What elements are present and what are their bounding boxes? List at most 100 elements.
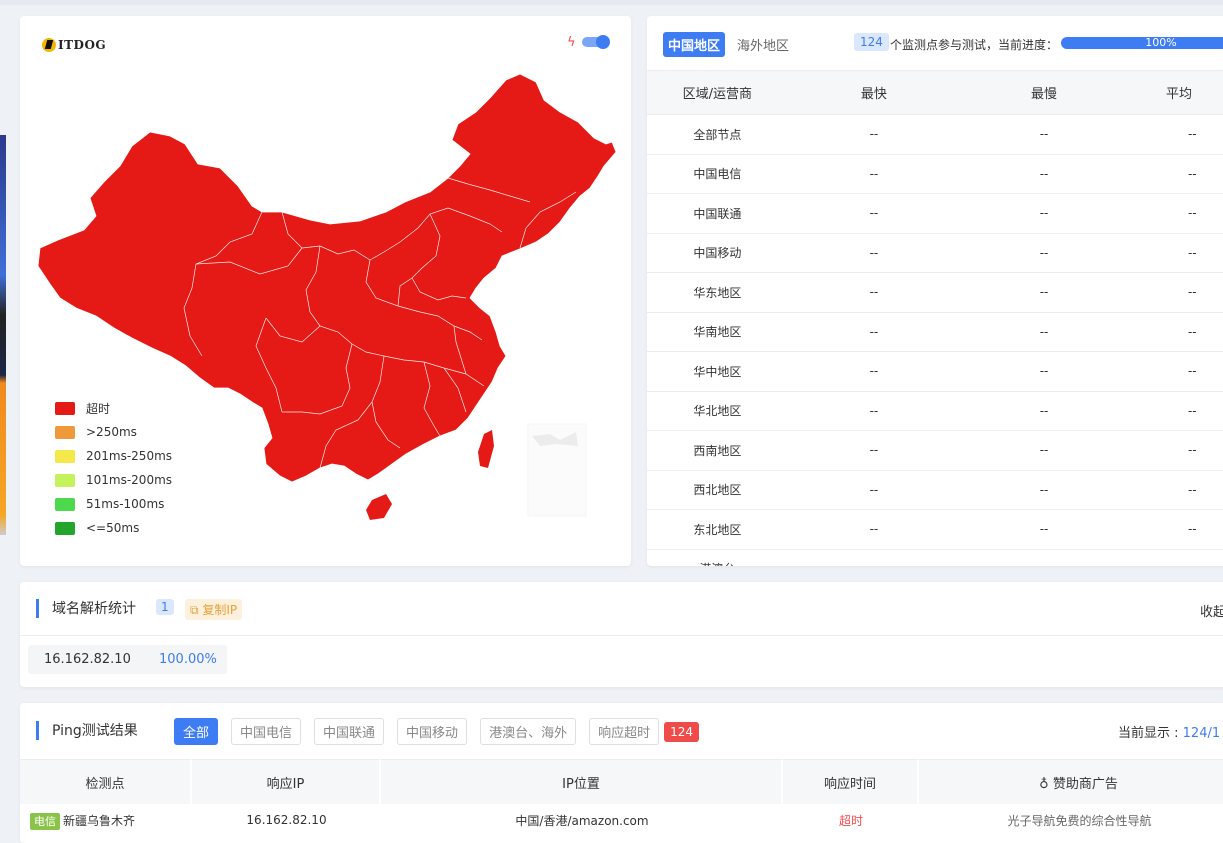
col-ip-location: IP位置 bbox=[381, 759, 783, 804]
node-count-badge: 124 bbox=[854, 33, 889, 51]
table-row: 华中地区 -- -- -- bbox=[647, 351, 1223, 392]
table-row: 东北地区 -- -- -- bbox=[647, 509, 1223, 550]
background-window-edge bbox=[0, 135, 6, 535]
col-region: 区域/运营商 bbox=[647, 70, 788, 115]
ping-filters: 全部 中国电信 中国联通 中国移动 港澳台、海外 响应超时 124 bbox=[174, 718, 699, 745]
legend-item: >250ms bbox=[55, 420, 172, 444]
slowest-cell: -- bbox=[960, 430, 1128, 471]
filter-all[interactable]: 全部 bbox=[174, 718, 219, 745]
slowest-cell: -- bbox=[960, 391, 1128, 431]
fastest-cell: -- bbox=[787, 430, 961, 471]
dns-title-text: 域名解析统计 bbox=[52, 601, 136, 617]
col-sponsor-label: 赞助商广告 bbox=[1052, 776, 1118, 792]
title-accent-bar bbox=[36, 598, 39, 618]
average-cell: -- bbox=[1127, 114, 1223, 155]
fastest-cell: -- bbox=[787, 470, 961, 510]
col-slowest: 最慢 bbox=[960, 70, 1128, 115]
region-cell: 全部节点 bbox=[647, 114, 788, 155]
fastest-cell: -- bbox=[787, 312, 961, 352]
legend-item: 超时 bbox=[55, 396, 172, 420]
slowest-cell: -- bbox=[960, 114, 1128, 155]
progress-label: 个监测点参与测试，当前进度： bbox=[890, 38, 1059, 52]
filter-mobile[interactable]: 中国移动 bbox=[397, 718, 468, 745]
node-name: 新疆乌鲁木齐 bbox=[63, 813, 136, 828]
table-header-row: 检测点 响应IP IP位置 响应时间 ♁ 赞助商广告 bbox=[20, 759, 1223, 804]
filter-timeout[interactable]: 响应超时 bbox=[589, 718, 660, 745]
table-row: 华东地区 -- -- -- bbox=[647, 272, 1223, 313]
collapse-button[interactable]: 收起 bbox=[1200, 601, 1223, 620]
fastest-cell: -- bbox=[787, 114, 961, 155]
slowest-cell: -- bbox=[960, 351, 1128, 392]
fastest-cell: -- bbox=[787, 272, 961, 313]
fastest-cell: -- bbox=[787, 509, 961, 550]
legend-item: 101ms-200ms bbox=[55, 468, 172, 492]
fastest-cell: -- bbox=[787, 233, 961, 273]
legend-swatch bbox=[55, 521, 75, 535]
progress-bar: 100% bbox=[1061, 37, 1223, 49]
col-response-time: 响应时间 bbox=[783, 759, 919, 804]
average-cell: -- bbox=[1127, 430, 1223, 471]
top-divider bbox=[0, 0, 1223, 5]
ping-results-card: Ping测试结果 全部 中国电信 中国联通 中国移动 港澳台、海外 响应超时 1… bbox=[20, 703, 1223, 843]
legend-swatch bbox=[55, 449, 75, 463]
legend-item: 51ms-100ms bbox=[55, 492, 172, 516]
legend-label: 101ms-200ms bbox=[86, 473, 173, 487]
filter-unicom[interactable]: 中国联通 bbox=[314, 718, 385, 745]
copy-ip-button[interactable]: ⧉ 复制IP bbox=[185, 599, 243, 620]
ping-results-table: 检测点 响应IP IP位置 响应时间 ♁ 赞助商广告 电信 新疆乌鲁木齐 16.1… bbox=[20, 759, 1223, 836]
region-cell: 西北地区 bbox=[647, 470, 788, 510]
dns-resolution-card: 域名解析统计 1 ⧉ 复制IP 收起 16.162.82.10 100.00% bbox=[20, 582, 1223, 687]
slowest-cell: -- bbox=[960, 193, 1128, 234]
average-cell: -- bbox=[1127, 154, 1223, 194]
legend-label: 超时 bbox=[86, 401, 111, 416]
sponsor-ad-link[interactable]: 光子导航免费的综合性导航 bbox=[919, 804, 1223, 836]
dns-ip-entry[interactable]: 16.162.82.10 100.00% bbox=[28, 645, 227, 674]
copy-ip-label: 复制IP bbox=[202, 603, 238, 617]
average-cell: -- bbox=[1127, 509, 1223, 550]
average-cell: -- bbox=[1127, 351, 1223, 392]
region-stats-card: 中国地区 海外地区 124 个监测点参与测试，当前进度： 100% 区域/运营商… bbox=[647, 16, 1223, 566]
legend-label: 51ms-100ms bbox=[86, 497, 165, 511]
ping-title-text: Ping测试结果 bbox=[52, 723, 138, 739]
dns-divider bbox=[20, 635, 1223, 636]
filter-hk-overseas[interactable]: 港澳台、海外 bbox=[480, 718, 577, 745]
dns-ip: 16.162.82.10 bbox=[44, 652, 131, 667]
region-stats-table: 区域/运营商 最快 最慢 平均 全部节点 -- -- -- 中国电信 -- -- -- 中国联通… bbox=[647, 70, 1223, 566]
fastest-cell: -- bbox=[787, 351, 961, 392]
showing-value: 124/1 bbox=[1182, 726, 1221, 741]
region-cell: 中国移动 bbox=[647, 233, 788, 273]
col-node: 检测点 bbox=[20, 759, 192, 804]
legend-label: <=50ms bbox=[86, 521, 140, 535]
slowest-cell: -- bbox=[960, 272, 1128, 313]
region-cell: 华东地区 bbox=[647, 272, 788, 313]
tab-overseas[interactable]: 海外地区 bbox=[737, 35, 789, 54]
region-cell: 华北地区 bbox=[647, 391, 788, 431]
table-row: 中国联通 -- -- -- bbox=[647, 193, 1223, 234]
map-legend: 超时 >250ms 201ms-250ms 101ms-200ms 51ms-1… bbox=[55, 396, 172, 540]
col-sponsor-ad: ♁ 赞助商广告 bbox=[919, 759, 1223, 804]
region-cell: 中国电信 bbox=[647, 154, 788, 194]
table-row: 全部节点 -- -- -- bbox=[647, 114, 1223, 155]
average-cell: -- bbox=[1127, 312, 1223, 352]
average-cell: -- bbox=[1127, 549, 1223, 566]
latency-map-card: ITDOG ϟ 超时 >250ms 201ms-250ms 101ms-200m… bbox=[20, 16, 631, 566]
ip-location-cell: 中国/香港/amazon.com bbox=[515, 813, 649, 828]
legend-swatch bbox=[55, 425, 75, 439]
col-response-ip: 响应IP bbox=[192, 759, 381, 804]
region-cell: 西南地区 bbox=[647, 430, 788, 471]
timeout-count-badge: 124 bbox=[664, 721, 699, 742]
average-cell: -- bbox=[1127, 391, 1223, 431]
col-fastest: 最快 bbox=[787, 70, 961, 115]
filter-telecom[interactable]: 中国电信 bbox=[231, 718, 302, 745]
tab-china[interactable]: 中国地区 bbox=[663, 32, 726, 57]
legend-label: >250ms bbox=[86, 425, 137, 439]
response-ip-cell: 16.162.82.10 bbox=[246, 813, 327, 827]
table-row[interactable]: 电信 新疆乌鲁木齐 16.162.82.10 中国/香港/amazon.com 超… bbox=[20, 804, 1223, 836]
average-cell: -- bbox=[1127, 470, 1223, 510]
table-row: 中国移动 -- -- -- bbox=[647, 233, 1223, 273]
node-cell: 电信 新疆乌鲁木齐 bbox=[20, 804, 192, 836]
ping-section-title: Ping测试结果 bbox=[36, 720, 138, 740]
legend-swatch bbox=[55, 473, 75, 487]
response-time-cell: 超时 bbox=[838, 813, 863, 828]
showing-count: 当前显示 : 124/1 bbox=[1118, 722, 1220, 741]
